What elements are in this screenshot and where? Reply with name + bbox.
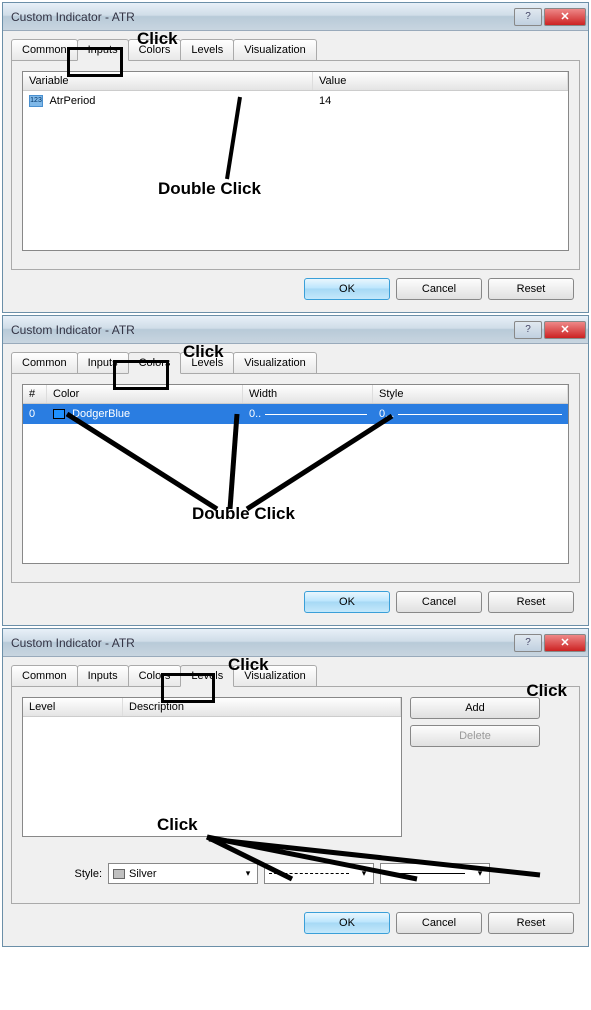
dodgerblue-swatch-icon — [53, 409, 65, 419]
dashed-line-preview — [269, 873, 349, 874]
colors-list-header: # Color Width Style — [23, 385, 568, 404]
tab-levels[interactable]: Levels — [180, 665, 234, 687]
reset-button[interactable]: Reset — [488, 591, 574, 613]
style-label: Style: — [22, 868, 102, 880]
color-row-num: 0 — [23, 406, 47, 422]
cancel-button[interactable]: Cancel — [396, 591, 482, 613]
tab-visualization[interactable]: Visualization — [233, 39, 317, 60]
col-description: Description — [123, 698, 401, 716]
inputs-listview[interactable]: Variable Value 123 AtrPeriod 14 — [22, 71, 569, 251]
style-value[interactable]: 0... — [379, 408, 394, 420]
input-variable-name: AtrPeriod — [49, 95, 95, 107]
levels-list-header: Level Description — [23, 698, 401, 717]
help-button[interactable]: ? — [514, 321, 542, 339]
tab-common[interactable]: Common — [11, 665, 78, 686]
style-color-value: Silver — [129, 868, 157, 880]
width-value[interactable]: 0.. — [249, 408, 261, 420]
dropdown-arrow-icon: ▾ — [473, 868, 487, 879]
reset-button[interactable]: Reset — [488, 278, 574, 300]
titlebar: Custom Indicator - ATR ? ✕ — [3, 316, 588, 344]
tab-bar: Common Inputs Colors Levels Visualizatio… — [11, 39, 580, 60]
tab-bar: Common Inputs Colors Levels Visualizatio… — [11, 352, 580, 373]
close-button[interactable]: ✕ — [544, 634, 586, 652]
inputs-list-header: Variable Value — [23, 72, 568, 91]
window-title: Custom Indicator - ATR — [11, 636, 514, 650]
levels-listview[interactable]: Level Description — [22, 697, 402, 837]
tab-panel-levels: Click Level Description Add Delete Click — [11, 686, 580, 904]
tab-common[interactable]: Common — [11, 39, 78, 60]
tab-colors[interactable]: Colors — [128, 39, 182, 60]
style-row: Style: Silver ▾ ▾ ▾ — [22, 863, 569, 884]
tab-visualization[interactable]: Visualization — [233, 665, 317, 686]
cancel-button[interactable]: Cancel — [396, 912, 482, 934]
col-style: Style — [373, 385, 568, 403]
delete-button[interactable]: Delete — [410, 725, 540, 747]
close-button[interactable]: ✕ — [544, 8, 586, 26]
dialog-buttons: OK Cancel Reset — [11, 270, 580, 308]
col-variable: Variable — [23, 72, 313, 90]
solid-line-preview — [385, 873, 465, 874]
style-width-combo[interactable]: ▾ — [380, 863, 490, 884]
col-level: Level — [23, 698, 123, 716]
width-preview-line — [265, 414, 367, 415]
input-row-atrperiod[interactable]: 123 AtrPeriod 14 — [23, 91, 568, 111]
tab-colors[interactable]: Colors — [128, 665, 182, 686]
style-preview-line — [398, 414, 562, 415]
ok-button[interactable]: OK — [304, 278, 390, 300]
colors-listview[interactable]: # Color Width Style 0 DodgerBlue 0.. — [22, 384, 569, 564]
help-button[interactable]: ? — [514, 8, 542, 26]
add-button[interactable]: Add — [410, 697, 540, 719]
silver-swatch-icon — [113, 869, 125, 879]
dialog-inputs: Custom Indicator - ATR ? ✕ Click Common … — [2, 2, 589, 313]
reset-button[interactable]: Reset — [488, 912, 574, 934]
input-variable-value[interactable]: 14 — [313, 93, 568, 109]
tab-bar: Common Inputs Colors Levels Visualizatio… — [11, 665, 580, 686]
tab-common[interactable]: Common — [11, 352, 78, 373]
dialog-buttons: OK Cancel Reset — [11, 583, 580, 621]
tab-inputs[interactable]: Inputs — [77, 352, 129, 373]
cancel-button[interactable]: Cancel — [396, 278, 482, 300]
color-name[interactable]: DodgerBlue — [72, 408, 130, 420]
tab-visualization[interactable]: Visualization — [233, 352, 317, 373]
int-type-icon: 123 — [29, 95, 43, 107]
tab-colors[interactable]: Colors — [128, 352, 182, 374]
tab-levels[interactable]: Levels — [180, 39, 234, 60]
color-row-0[interactable]: 0 DodgerBlue 0.. 0... — [23, 404, 568, 424]
dropdown-arrow-icon: ▾ — [357, 868, 371, 879]
col-value: Value — [313, 72, 568, 90]
close-button[interactable]: ✕ — [544, 321, 586, 339]
ok-button[interactable]: OK — [304, 591, 390, 613]
titlebar: Custom Indicator - ATR ? ✕ — [3, 3, 588, 31]
window-title: Custom Indicator - ATR — [11, 323, 514, 337]
col-num: # — [23, 385, 47, 403]
window-title: Custom Indicator - ATR — [11, 10, 514, 24]
tab-panel-colors: # Color Width Style 0 DodgerBlue 0.. — [11, 373, 580, 583]
ok-button[interactable]: OK — [304, 912, 390, 934]
dialog-colors: Custom Indicator - ATR ? ✕ Click Common … — [2, 315, 589, 626]
help-button[interactable]: ? — [514, 634, 542, 652]
dialog-buttons: OK Cancel Reset — [11, 904, 580, 942]
style-color-combo[interactable]: Silver ▾ — [108, 863, 258, 884]
titlebar: Custom Indicator - ATR ? ✕ — [3, 629, 588, 657]
dropdown-arrow-icon: ▾ — [241, 868, 255, 879]
tab-panel-inputs: Variable Value 123 AtrPeriod 14 Double C… — [11, 60, 580, 270]
dialog-levels: Custom Indicator - ATR ? ✕ Click Common … — [2, 628, 589, 947]
tab-levels[interactable]: Levels — [180, 352, 234, 373]
tab-inputs[interactable]: Inputs — [77, 665, 129, 686]
col-color: Color — [47, 385, 243, 403]
tab-inputs[interactable]: Inputs — [77, 39, 129, 61]
col-width: Width — [243, 385, 373, 403]
style-pattern-combo[interactable]: ▾ — [264, 863, 374, 884]
